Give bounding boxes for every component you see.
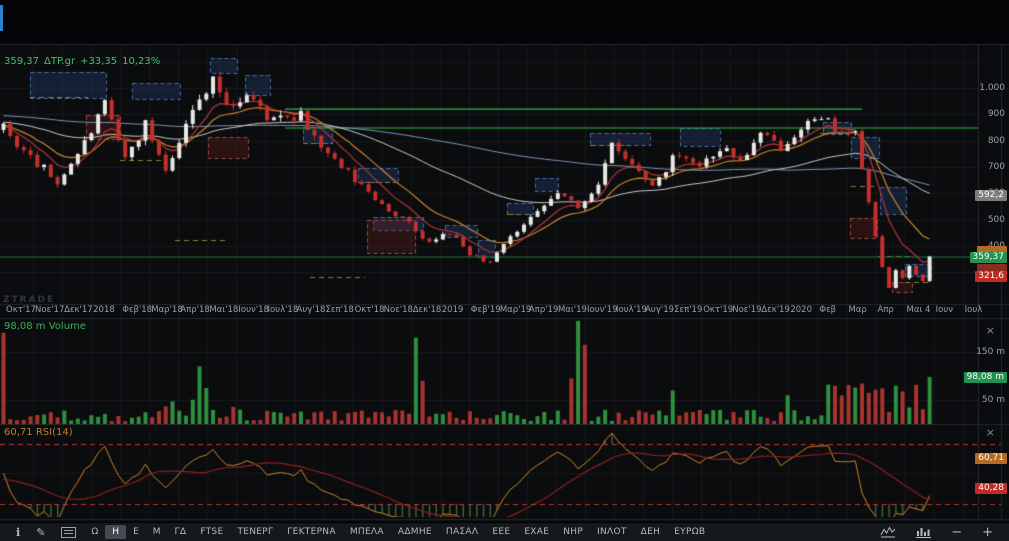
date-label: Μαι'19	[557, 305, 587, 315]
watchlist-symbols: ΓΔ FTSE ΤΕΝΕΡΓ ΓΕΚΤΕΡΝΑ ΜΠΕΛΑ ΑΔΜΗΕ ΠΑΣΑΛ ΕΕΕ ΕΧ…	[168, 525, 713, 539]
rsi-name: RSI(14)	[35, 427, 73, 438]
date-label: Αυγ'18	[296, 305, 326, 315]
watchlist-symbol[interactable]: ΜΠΕΛΑ	[343, 525, 391, 539]
price-tick-label: 1.000	[979, 83, 1005, 93]
volume-value-badge: 98,08 m	[963, 372, 1007, 383]
date-label: Νοε'17	[35, 305, 65, 315]
date-label: Ιουλ'18	[267, 305, 299, 315]
date-label: Απρ	[877, 305, 894, 315]
date-label: Ιουλ	[964, 305, 983, 315]
date-label: Απρ'19	[528, 305, 559, 315]
last-price-badge: 359,37	[969, 252, 1007, 263]
price-tick-label: 500	[987, 214, 1005, 225]
date-label: Ιουν'19	[587, 305, 618, 315]
date-label: Φεβ	[819, 305, 837, 315]
watchlist-symbol[interactable]: ΕΥΡΩΒ	[667, 525, 712, 539]
date-label: Οκτ'18	[354, 305, 385, 315]
watchlist-symbol[interactable]: ΑΔΜΗΕ	[391, 525, 439, 539]
date-label: Σεπ'18	[325, 305, 354, 315]
price-tick-label: 800	[987, 135, 1005, 146]
date-label: Ιουν	[935, 305, 953, 315]
watchlist-symbol[interactable]: ΓΔ	[168, 525, 194, 539]
trading-app-window: 359,37 ΔTP.gr +33,35 10,23% ZTRADE 98,08 m …	[0, 0, 1009, 541]
chart-type-icon[interactable]	[872, 524, 904, 540]
timeframe-group: ΗΕΜ	[105, 525, 167, 539]
ma-gray-price-badge: 592,2	[975, 190, 1007, 201]
volume-tick-label: 150 m	[976, 347, 1005, 357]
timeframe-tab-Η[interactable]: Η	[105, 525, 127, 539]
zoom-in-button[interactable]: +	[974, 525, 1001, 540]
last-price: 359,37	[4, 56, 39, 67]
watchlist-symbol[interactable]: ΙΝΛΟΤ	[590, 525, 634, 539]
date-label: Φεβ'19	[470, 305, 501, 315]
volume-histogram-icon[interactable]	[908, 524, 939, 540]
date-label: Μαρ'18	[151, 305, 183, 315]
rsi-ma-value-badge: 40,28	[975, 483, 1007, 494]
date-label: Νοε'19	[732, 305, 762, 315]
price-change: +33,35	[80, 56, 118, 67]
date-label: Σεπ'19	[674, 305, 703, 315]
date-label: 2020	[790, 305, 812, 315]
date-label: Απρ'18	[180, 305, 210, 315]
date-label: Μαρ	[848, 305, 867, 315]
date-axis[interactable]: Οκτ'17 Νοε'17 Δεκ'17 2018 Φεβ'18 Μαρ'18 Απρ'18…	[0, 305, 1009, 318]
date-label: Μαι 4	[906, 305, 931, 315]
rsi-pane-label: 60,71 RSI(14)	[4, 427, 73, 438]
volume-name: Volume	[48, 321, 86, 332]
bottom-toolbar: i ✎ Ω ΗΕΜ ΓΔ FTSE ΤΕΝΕΡΓ ΓΕΚΤΕΡΝΑ ΜΠΕΛΑ ΑΔΜΗΕ…	[0, 522, 1009, 541]
volume-value: 98,08 m	[4, 321, 46, 332]
info-icon[interactable]: i	[8, 524, 28, 541]
date-label: Δεκ'18	[412, 305, 442, 315]
draw-tool-icon[interactable]: ✎	[28, 524, 53, 541]
date-label: Νοε'18	[383, 305, 413, 315]
symbol-name: ΔTP.gr	[44, 56, 76, 67]
zoom-out-button[interactable]: −	[943, 525, 970, 540]
date-label: Οκτ'17	[6, 305, 36, 315]
price-tick-label: 900	[987, 109, 1005, 120]
watchlist-symbol[interactable]: ΕΧΑΕ	[517, 525, 556, 539]
volume-tick-label: 50 m	[981, 395, 1005, 405]
date-label: Μαι'18	[209, 305, 239, 315]
rsi-pane-close-icon[interactable]: ×	[986, 427, 995, 438]
platform-watermark: ZTRADE	[3, 295, 56, 305]
price-tick-label: 700	[987, 161, 1005, 172]
date-label: Ιουλ'19	[616, 305, 647, 315]
date-label: 2018	[93, 305, 115, 315]
watchlist-symbol[interactable]: ΤΕΝΕΡΓ	[230, 525, 280, 539]
rsi-value-badge: 60,71	[975, 453, 1007, 464]
price-change-percent: 10,23%	[122, 56, 161, 67]
date-label: Ιουν'18	[238, 305, 269, 315]
rsi-value: 60,71	[4, 427, 33, 438]
date-label: Αυγ'19	[645, 305, 675, 315]
timeframe-tab-Μ[interactable]: Μ	[146, 525, 168, 539]
date-label: Φεβ'18	[122, 305, 153, 315]
toolbar-right-group: − +	[872, 524, 1001, 540]
timeframe-tab-Ε[interactable]: Ε	[126, 525, 146, 539]
ticker-readout: 359,37 ΔTP.gr +33,35 10,23%	[4, 56, 160, 67]
watchlist-symbol[interactable]: ΝΗΡ	[556, 525, 590, 539]
volume-pane-close-icon[interactable]: ×	[986, 325, 995, 336]
aux-price-badge: 321,6	[975, 271, 1007, 282]
sidebar-edge-indicator	[0, 5, 3, 31]
date-label: 2019	[441, 305, 464, 315]
watchlist-symbol[interactable]: ΠΑΣΑΛ	[439, 525, 485, 539]
watchlist-symbol[interactable]: ΔΕΗ	[634, 525, 668, 539]
omega-button[interactable]: Ω	[84, 525, 105, 539]
date-label: Δεκ'19	[761, 305, 790, 315]
volume-pane-label: 98,08 m Volume	[4, 321, 86, 332]
date-label: Οκτ'19	[703, 305, 734, 315]
watchlist-symbol[interactable]: ΕΕΕ	[485, 525, 517, 539]
object-list-icon[interactable]	[53, 525, 84, 540]
watchlist-symbol[interactable]: FTSE	[193, 525, 230, 539]
price-volume-rsi-chart[interactable]	[0, 0, 1009, 541]
date-label: Μαρ'19	[499, 305, 532, 315]
date-label: Δεκ'17	[64, 305, 93, 315]
watchlist-symbol[interactable]: ΓΕΚΤΕΡΝΑ	[280, 525, 343, 539]
